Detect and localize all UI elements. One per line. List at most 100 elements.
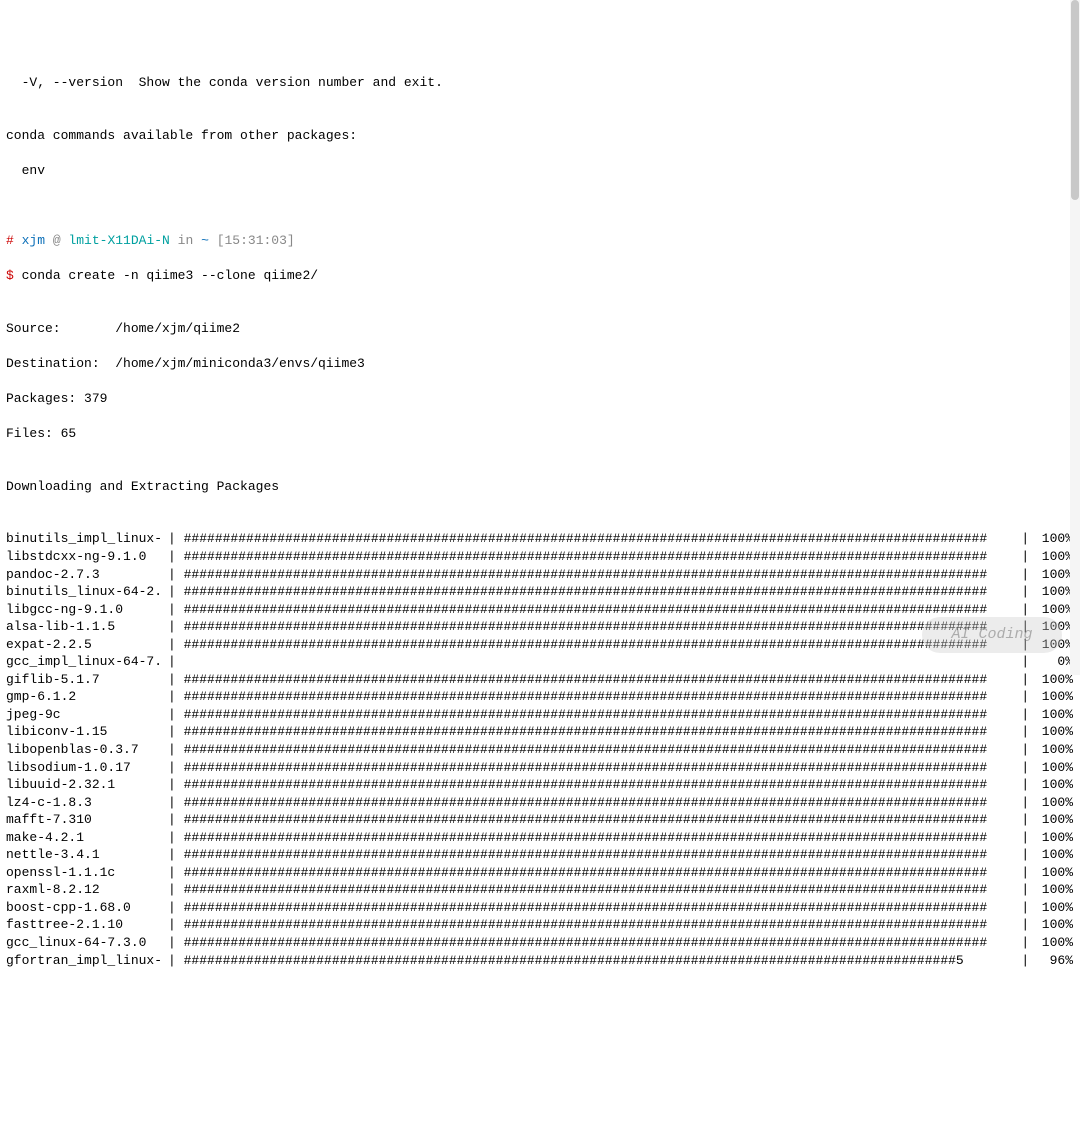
package-name: mafft-7.310 — [6, 811, 168, 829]
shell-prompt-line-2[interactable]: $ conda create -n qiime3 --clone qiime2/ — [6, 267, 1074, 285]
progress-percent: 100% — [1037, 618, 1073, 636]
package-progress-row: alsa-lib-1.1.5| ########################… — [6, 618, 1074, 636]
scrollbar-thumb[interactable] — [1071, 0, 1079, 200]
progress-bar: ########################################… — [184, 829, 1014, 847]
package-name: giflib-5.1.7 — [6, 671, 168, 689]
package-name: gmp-6.1.2 — [6, 688, 168, 706]
output-destination: Destination: /home/xjm/miniconda3/envs/q… — [6, 355, 1074, 373]
package-name: gcc_linux-64-7.3.0 — [6, 934, 168, 952]
progress-percent: 100% — [1037, 864, 1073, 882]
progress-separator: | — [168, 671, 184, 689]
progress-bar: ########################################… — [184, 723, 1014, 741]
progress-separator: | — [168, 952, 184, 970]
progress-separator: | — [1014, 741, 1037, 759]
progress-separator: | — [168, 776, 184, 794]
progress-percent: 100% — [1037, 566, 1073, 584]
package-progress-row: nettle-3.4.1| ##########################… — [6, 846, 1074, 864]
help-option-line: -V, --version Show the conda version num… — [6, 74, 1074, 92]
progress-separator: | — [1014, 688, 1037, 706]
progress-percent: 100% — [1037, 934, 1073, 952]
package-name: binutils_impl_linux- — [6, 530, 168, 548]
progress-separator: | — [1014, 723, 1037, 741]
package-progress-row: gmp-6.1.2| #############################… — [6, 688, 1074, 706]
progress-separator: | — [1014, 864, 1037, 882]
progress-bar: ########################################… — [184, 776, 1014, 794]
progress-percent: 100% — [1037, 583, 1073, 601]
progress-bar: ########################################… — [184, 583, 1014, 601]
command-text: conda create -n qiime3 --clone qiime2/ — [14, 268, 318, 283]
progress-separator: | — [1014, 530, 1037, 548]
progress-percent: 100% — [1037, 776, 1073, 794]
progress-separator: | — [1014, 952, 1037, 970]
package-name: pandoc-2.7.3 — [6, 566, 168, 584]
progress-separator: | — [1014, 583, 1037, 601]
package-progress-row: libiconv-1.15 | #########################… — [6, 723, 1074, 741]
progress-percent: 100% — [1037, 794, 1073, 812]
progress-bar: ########################################… — [184, 881, 1014, 899]
progress-bar: ########################################… — [184, 759, 1014, 777]
progress-percent: 100% — [1037, 829, 1073, 847]
package-name: libsodium-1.0.17 — [6, 759, 168, 777]
output-source: Source: /home/xjm/qiime2 — [6, 320, 1074, 338]
progress-separator: | — [1014, 548, 1037, 566]
package-progress-row: lz4-c-1.8.3| ###########################… — [6, 794, 1074, 812]
package-name: gcc_impl_linux-64-7. — [6, 653, 168, 671]
shell-prompt-line-1: # xjm @ lmit-X11DAi-N in ~ [15:31:03] — [6, 232, 1074, 250]
prompt-host: lmit-X11DAi-N — [68, 233, 169, 248]
progress-separator: | — [1014, 706, 1037, 724]
package-progress-row: gfortran_impl_linux-| ##################… — [6, 952, 1074, 970]
commands-avail-header: conda commands available from other pack… — [6, 127, 1074, 145]
env-command-line: env — [6, 162, 1074, 180]
progress-separator: | — [168, 741, 184, 759]
progress-separator: | — [168, 618, 184, 636]
progress-separator: | — [1014, 881, 1037, 899]
package-progress-row: libuuid-2.32.1| ########################… — [6, 776, 1074, 794]
prompt-dollar: $ — [6, 268, 14, 283]
progress-percent: 100% — [1037, 723, 1073, 741]
progress-percent: 100% — [1037, 811, 1073, 829]
progress-bar: ########################################… — [184, 636, 1014, 654]
progress-separator: | — [1014, 671, 1037, 689]
progress-separator: | — [1014, 759, 1037, 777]
progress-bar: ########################################… — [184, 548, 1014, 566]
progress-percent: 96% — [1037, 952, 1073, 970]
package-name: libiconv-1.15 — [6, 723, 168, 741]
package-progress-row: make-4.2.1| ############################… — [6, 829, 1074, 847]
package-progress-row: binutils_linux-64-2.| ##################… — [6, 583, 1074, 601]
progress-bar: ########################################… — [184, 934, 1014, 952]
progress-bar: ########################################… — [184, 566, 1014, 584]
progress-separator: | — [168, 794, 184, 812]
download-section-header: Downloading and Extracting Packages — [6, 478, 1074, 496]
progress-percent: 0% — [1037, 653, 1073, 671]
package-progress-row: giflib-5.1.7| ##########################… — [6, 671, 1074, 689]
progress-bar: ########################################… — [184, 846, 1014, 864]
progress-percent: 100% — [1037, 636, 1073, 654]
progress-bar — [184, 653, 1014, 671]
package-progress-row: libstdcxx-ng-9.1.0| ####################… — [6, 548, 1074, 566]
progress-bar: ########################################… — [184, 671, 1014, 689]
prompt-time: [15:31:03] — [209, 233, 295, 248]
prompt-at: @ — [45, 233, 68, 248]
progress-bar: ########################################… — [184, 601, 1014, 619]
progress-separator: | — [1014, 776, 1037, 794]
progress-separator: | — [1014, 916, 1037, 934]
prompt-in: in — [170, 233, 201, 248]
package-progress-row: raxml-8.2.12 | ##########################… — [6, 881, 1074, 899]
progress-separator: | — [1014, 601, 1037, 619]
progress-bar: ########################################… — [184, 794, 1014, 812]
progress-percent: 100% — [1037, 671, 1073, 689]
output-files-count: Files: 65 — [6, 425, 1074, 443]
scrollbar-track[interactable] — [1070, 0, 1080, 675]
package-name: nettle-3.4.1 — [6, 846, 168, 864]
package-name: raxml-8.2.12 — [6, 881, 168, 899]
progress-percent: 100% — [1037, 741, 1073, 759]
package-name: openssl-1.1.1c — [6, 864, 168, 882]
progress-separator: | — [1014, 794, 1037, 812]
package-name: jpeg-9c — [6, 706, 168, 724]
package-progress-row: gcc_impl_linux-64-7.| | 0% — [6, 653, 1074, 671]
package-progress-row: gcc_linux-64-7.3.0| ####################… — [6, 934, 1074, 952]
package-progress-row: boost-cpp-1.68.0| ######################… — [6, 899, 1074, 917]
progress-percent: 100% — [1037, 916, 1073, 934]
package-progress-row: libopenblas-0.3.7| #####################… — [6, 741, 1074, 759]
progress-separator: | — [168, 636, 184, 654]
